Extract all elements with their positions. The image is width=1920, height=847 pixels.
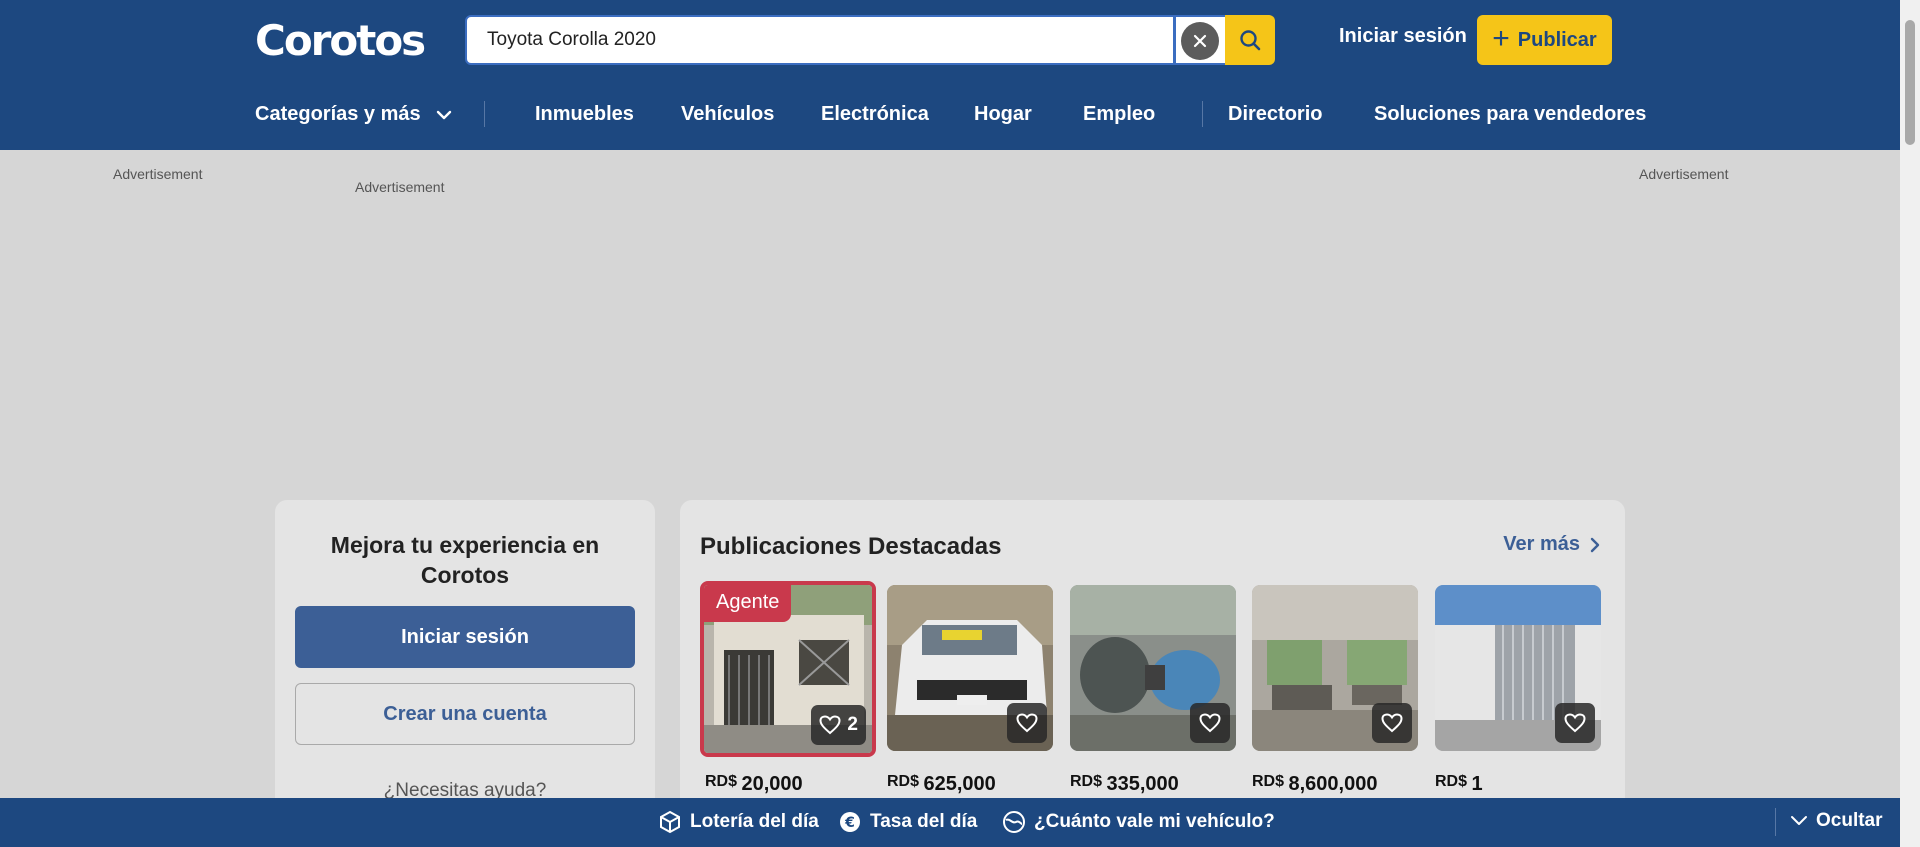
listing-card-1[interactable]: Agente 2 (700, 581, 876, 757)
listing-card-4[interactable] (1252, 585, 1418, 751)
nav-item-hogar[interactable]: Hogar (974, 103, 1032, 126)
vehicle-value-label: ¿Cuánto vale mi vehículo? (1034, 811, 1275, 832)
listing-price-1: RD$ 20,000 (705, 773, 803, 796)
currency-label: RD$ (705, 773, 738, 790)
page-scrollbar[interactable] (1900, 0, 1920, 847)
corotos-logo[interactable]: Corotos (255, 14, 426, 68)
see-more-link[interactable]: Ver más (1503, 533, 1600, 556)
svg-text:€: € (844, 815, 855, 831)
lottery-label: Lotería del día (690, 811, 819, 832)
vehicle-value-link[interactable]: ¿Cuánto vale mi vehículo? (1002, 810, 1275, 834)
scrollbar-thumb[interactable] (1905, 20, 1915, 145)
header-login-link[interactable]: Iniciar sesión (1339, 25, 1467, 48)
login-card: Mejora tu experiencia en Corotos Iniciar… (275, 500, 655, 820)
heart-icon (1199, 713, 1221, 733)
heart-icon (1564, 713, 1586, 733)
nav-item-empleo[interactable]: Empleo (1083, 103, 1155, 126)
search-bar (465, 15, 1275, 65)
favorite-count: 2 (847, 714, 858, 735)
heart-icon (1016, 713, 1038, 733)
site-header: Corotos Iniciar sesión + Publicar Catego… (0, 0, 1900, 150)
agent-badge: Agente (704, 585, 792, 622)
currency-label: RD$ (1252, 773, 1285, 790)
favorite-button[interactable] (1372, 703, 1412, 743)
see-more-label: Ver más (1503, 533, 1580, 555)
ad-label-center: Advertisement (355, 179, 445, 195)
hide-bar-button[interactable]: Ocultar (1790, 810, 1883, 832)
featured-title: Publicaciones Destacadas (700, 533, 1002, 560)
plus-icon: + (1492, 21, 1510, 55)
listing-card-5[interactable] (1435, 585, 1601, 751)
clear-search-button[interactable] (1181, 22, 1219, 60)
heart-icon (819, 715, 841, 735)
clear-search-cell (1175, 15, 1225, 65)
nav-divider (484, 101, 485, 127)
nav-item-directorio[interactable]: Directorio (1228, 103, 1322, 126)
login-card-title: Mejora tu experiencia en Corotos (330, 532, 600, 588)
nav-divider (1202, 101, 1203, 127)
chevron-down-icon (1791, 816, 1807, 825)
search-button[interactable] (1225, 15, 1275, 65)
nav-item-inmuebles[interactable]: Inmuebles (535, 103, 634, 126)
listing-price-3: RD$ 335,000 (1070, 773, 1179, 796)
price-amount: 20,000 (741, 773, 803, 795)
nav-item-electronica[interactable]: Electrónica (821, 103, 929, 126)
euro-coin-icon: € (840, 812, 860, 832)
listing-card-3[interactable] (1070, 585, 1236, 751)
ad-label-right: Advertisement (1639, 166, 1729, 182)
currency-label: RD$ (1435, 773, 1468, 790)
price-amount: 335,000 (1106, 773, 1179, 795)
bottom-bar: Lotería del día € Tasa del día ¿Cuánto v… (0, 798, 1900, 847)
lottery-link[interactable]: Lotería del día (658, 810, 819, 834)
favorite-button[interactable] (1555, 703, 1595, 743)
price-amount: 625,000 (923, 773, 996, 795)
bottom-bar-divider (1775, 808, 1776, 836)
listing-price-4: RD$ 8,600,000 (1252, 773, 1377, 796)
chevron-down-icon (437, 110, 452, 119)
cube-icon (660, 810, 680, 834)
listing-card-2[interactable] (887, 585, 1053, 751)
heart-icon (1381, 713, 1403, 733)
nav-categories-dropdown[interactable]: Categorías y más (255, 103, 452, 126)
nav-item-vehiculos[interactable]: Vehículos (681, 103, 774, 126)
exchange-rate-label: Tasa del día (870, 811, 978, 832)
close-icon (1193, 34, 1207, 48)
search-icon (1240, 30, 1261, 51)
card-login-button[interactable]: Iniciar sesión (295, 606, 635, 668)
favorite-button[interactable] (1007, 703, 1047, 743)
nav-item-soluciones[interactable]: Soluciones para vendedores (1374, 103, 1646, 126)
price-amount: 1 (1471, 773, 1483, 795)
price-amount: 8,600,000 (1288, 773, 1378, 795)
favorite-button[interactable]: 2 (811, 705, 866, 745)
publish-label: Publicar (1517, 28, 1597, 51)
nav-categories-label: Categorías y más (255, 103, 421, 125)
chevron-right-icon (1590, 537, 1600, 552)
featured-section: Publicaciones Destacadas Ver más Agente … (680, 500, 1625, 820)
listing-price-5: RD$ 1 (1435, 773, 1483, 796)
currency-label: RD$ (1070, 773, 1103, 790)
currency-label: RD$ (887, 773, 920, 790)
search-input[interactable] (465, 15, 1175, 65)
listing-price-2: RD$ 625,000 (887, 773, 996, 796)
handshake-globe-icon (1003, 811, 1025, 833)
create-account-button[interactable]: Crear una cuenta (295, 683, 635, 745)
exchange-rate-link[interactable]: € Tasa del día (838, 810, 977, 834)
favorite-button[interactable] (1190, 703, 1230, 743)
main-nav: Categorías y más Inmuebles Vehículos Ele… (0, 95, 1900, 135)
publish-button[interactable]: + Publicar (1477, 15, 1612, 65)
ad-label-left: Advertisement (113, 166, 203, 182)
hide-label: Ocultar (1816, 810, 1883, 831)
